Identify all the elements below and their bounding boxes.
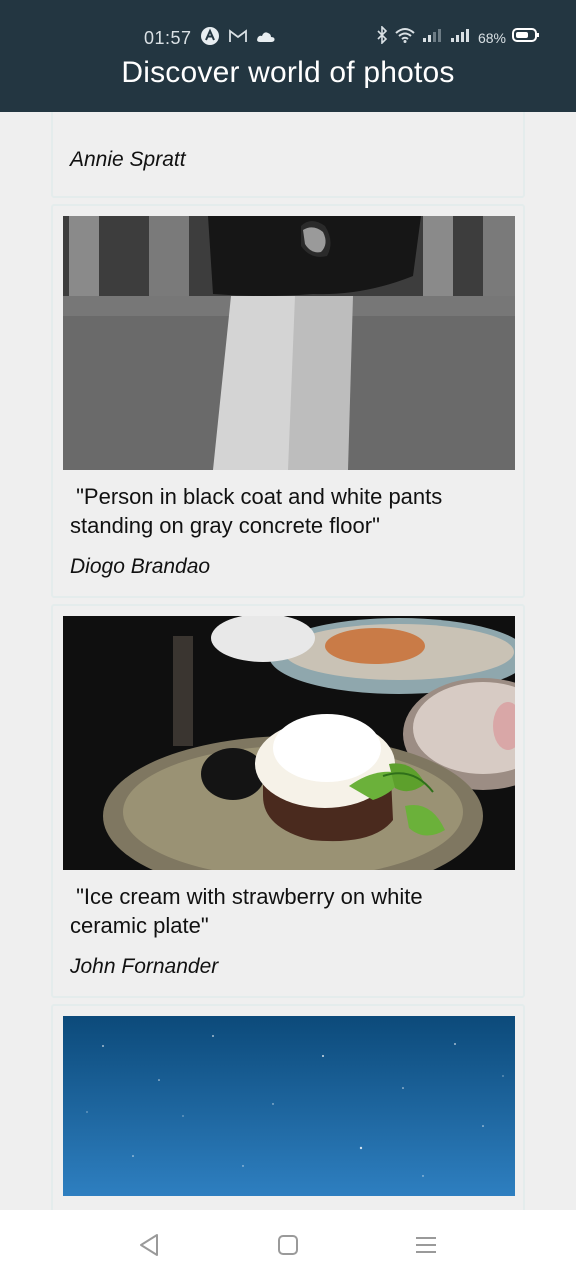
signal-2-icon bbox=[450, 27, 472, 48]
photo-author: Diogo Brandao bbox=[70, 555, 211, 578]
home-icon[interactable] bbox=[273, 1230, 303, 1260]
photo-author: Annie Spratt bbox=[70, 148, 186, 171]
photo-author: John Fornander bbox=[70, 955, 219, 978]
photo-card[interactable] bbox=[51, 1004, 525, 1210]
status-time: 01:57 bbox=[144, 28, 192, 48]
back-icon[interactable] bbox=[135, 1230, 165, 1260]
status-bar: 01:57 68% bbox=[0, 22, 576, 50]
app-a-icon bbox=[200, 26, 220, 51]
photo-caption: "Ice cream with strawberry on white cera… bbox=[70, 884, 429, 938]
cloud-icon bbox=[256, 29, 276, 49]
wifi-icon bbox=[394, 27, 416, 48]
photo-ice-cream-plate[interactable] bbox=[63, 616, 515, 870]
photo-feed[interactable]: Annie Spratt "Person in black coat and w… bbox=[0, 112, 576, 1210]
battery-icon bbox=[512, 27, 540, 48]
photo-caption: "Person in black coat and white pants st… bbox=[70, 484, 449, 538]
bluetooth-icon bbox=[376, 25, 388, 49]
signal-1-icon bbox=[422, 27, 444, 48]
photo-card[interactable]: Annie Spratt bbox=[51, 112, 525, 198]
page-title: Discover world of photos bbox=[121, 56, 455, 89]
gmail-icon bbox=[228, 28, 248, 49]
menu-icon[interactable] bbox=[411, 1230, 441, 1260]
photo-person-black-coat[interactable] bbox=[63, 216, 515, 470]
system-nav-bar bbox=[0, 1210, 576, 1280]
battery-percent: 68% bbox=[477, 29, 506, 46]
photo-card[interactable]: "Ice cream with strawberry on white cera… bbox=[51, 604, 525, 998]
photo-starry-sky[interactable] bbox=[63, 1016, 515, 1196]
photo-card[interactable]: "Person in black coat and white pants st… bbox=[51, 204, 525, 598]
app-header: 01:57 68% Discover world of photos bbox=[0, 0, 576, 112]
